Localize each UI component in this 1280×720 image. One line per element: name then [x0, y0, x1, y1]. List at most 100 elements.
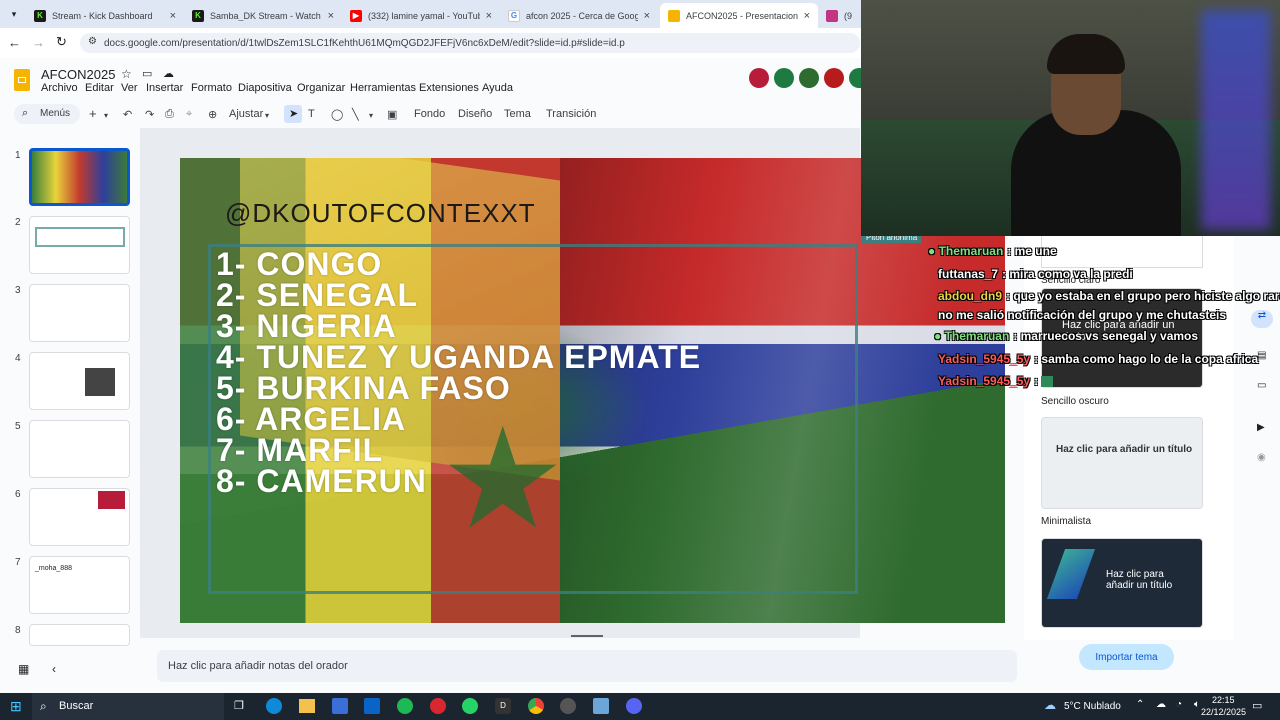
menu-archivo[interactable]: Archivo [41, 82, 78, 94]
tray-app-icon[interactable]: ☁ [1156, 699, 1166, 710]
app-d-icon[interactable]: D [495, 698, 511, 714]
discord-icon[interactable] [626, 698, 642, 714]
slides-logo-icon[interactable] [14, 69, 30, 91]
notifications-icon[interactable]: ▭ [1252, 699, 1262, 712]
weather-text[interactable]: 5°C Nublado [1064, 701, 1121, 712]
slide-thumbnail-1[interactable] [29, 148, 130, 206]
menu-formato[interactable]: Formato [191, 82, 232, 94]
avatar[interactable] [824, 68, 844, 88]
line-icon[interactable]: ╲ [352, 108, 359, 121]
document-title[interactable]: AFCON2025 [41, 67, 115, 82]
menu-editar[interactable]: Editar [85, 82, 114, 94]
select-tool-button[interactable]: ➤ [284, 105, 302, 123]
notes-resize-handle[interactable] [571, 635, 603, 637]
menu-herramientas[interactable]: Herramientas [350, 82, 416, 94]
zoom-select[interactable]: Ajustar [229, 108, 263, 120]
file-explorer-icon[interactable] [299, 699, 315, 713]
tab-1[interactable]: K Samba_DK Stream - Watch Live × [184, 3, 342, 28]
redo-icon[interactable]: ↷ [145, 108, 154, 121]
reload-icon[interactable]: ↻ [56, 34, 67, 50]
menu-diapositiva[interactable]: Diapositiva [238, 82, 292, 94]
speaker-notes-field[interactable]: Haz clic para añadir notas del orador [157, 650, 1017, 682]
menu-insertar[interactable]: Insertar [146, 82, 183, 94]
tab-3[interactable]: G afcon 2025 - Cerca de Google × [500, 3, 658, 28]
tab-2[interactable]: ▶ (332) lamine yamal - YouTube × [342, 3, 500, 28]
menu-organizar[interactable]: Organizar [297, 82, 345, 94]
volume-icon[interactable]: 🔈︎ [1194, 699, 1200, 710]
close-icon[interactable]: × [328, 10, 334, 22]
network-icon[interactable]: ◔ [1176, 699, 1182, 710]
chevron-down-icon[interactable]: ▾ [265, 111, 269, 120]
chevron-down-icon[interactable]: ▾ [369, 111, 373, 120]
chrome-icon[interactable] [528, 698, 544, 714]
close-icon[interactable]: × [804, 10, 810, 22]
windows-start-icon[interactable]: ⊞ [10, 698, 22, 715]
slide-thumbnail-3[interactable] [29, 284, 130, 342]
outlook-icon[interactable] [364, 698, 380, 714]
opera-icon[interactable] [430, 698, 446, 714]
forward-icon[interactable]: → [32, 35, 45, 50]
theme-card-minimalista[interactable]: Haz clic para añadir un título [1041, 538, 1203, 628]
slide-thumbnail-5[interactable] [29, 420, 130, 478]
cloud-status-icon[interactable]: ☁ [163, 67, 174, 80]
site-info-icon[interactable]: ⚙ [88, 36, 97, 47]
menu-ayuda[interactable]: Ayuda [482, 82, 513, 94]
avatar[interactable] [749, 68, 769, 88]
slide-thumbnail-2[interactable] [29, 216, 130, 274]
import-theme-button[interactable]: Importar tema [1079, 644, 1174, 670]
store-icon[interactable] [332, 698, 348, 714]
undo-icon[interactable]: ↶ [123, 108, 132, 121]
zoom-icon[interactable]: ⊕ [208, 108, 217, 121]
slide-thumbnail-4[interactable] [29, 352, 130, 410]
star-icon[interactable]: ☆ [121, 67, 132, 81]
background-button[interactable]: Fondo [414, 108, 445, 120]
comment-icon[interactable]: ▣ [387, 108, 397, 121]
avatar[interactable] [849, 68, 861, 88]
tray-chevron-icon[interactable]: ⌃ [1136, 699, 1144, 710]
back-icon[interactable]: ← [8, 35, 21, 50]
theme-card-sencillo-oscuro[interactable]: Haz clic para añadir un título [1041, 417, 1203, 509]
collapse-panel-icon[interactable]: ‹ [52, 662, 56, 676]
record-icon[interactable]: ◉ [1257, 452, 1266, 463]
ranking-item[interactable]: 8- CAMERUN [216, 463, 427, 500]
spotify-icon[interactable] [397, 698, 413, 714]
tab-5[interactable]: (9) In [818, 3, 860, 28]
chevron-down-icon[interactable]: ▾ [104, 111, 108, 120]
new-slide-plus-icon[interactable]: + [89, 106, 97, 121]
slide-thumbnail-6[interactable] [29, 488, 130, 546]
theme-button[interactable]: Tema [504, 108, 531, 120]
slide-thumbnail-7[interactable]: _moha_888 [29, 556, 130, 614]
shape-icon[interactable]: ◯ [331, 108, 343, 121]
whatsapp-icon[interactable] [462, 698, 478, 714]
paint-format-icon[interactable]: ⌖ [186, 108, 192, 121]
close-icon[interactable]: × [486, 10, 492, 22]
tab-4[interactable]: AFCON2025 - Presentaciones de Google × [660, 3, 818, 28]
app-icon[interactable] [593, 698, 609, 714]
task-view-icon[interactable]: ❐ [234, 699, 244, 712]
url-input[interactable]: ⚙ docs.google.com/presentation/d/1twlDsZ… [80, 33, 860, 53]
print-icon[interactable]: ⎙ [165, 108, 174, 121]
taskbar-search-box[interactable]: ⌕ Buscar [32, 693, 224, 720]
menus-search-button[interactable]: ⌕ Menús [14, 104, 80, 124]
slide-thumbnail-8[interactable] [29, 624, 130, 646]
transition-button[interactable]: Transición [546, 108, 596, 120]
menu-ver[interactable]: Ver [121, 82, 138, 94]
obs-icon[interactable] [560, 698, 576, 714]
slides-icon [668, 9, 680, 22]
move-folder-icon[interactable]: ▭ [142, 67, 152, 80]
tab-list-chevron-icon[interactable]: ▾ [6, 6, 22, 22]
avatar[interactable] [799, 68, 819, 88]
grid-view-icon[interactable]: ▦ [18, 662, 29, 676]
present-icon[interactable]: ▶ [1257, 422, 1265, 433]
kick-icon: K [34, 9, 46, 22]
avatar[interactable] [774, 68, 794, 88]
text-box-icon[interactable]: T [308, 108, 315, 120]
clock-date[interactable]: 22/12/2025 [1201, 707, 1246, 717]
menu-extensiones[interactable]: Extensiones [419, 82, 479, 94]
close-icon[interactable]: × [644, 10, 650, 22]
close-icon[interactable]: × [170, 10, 176, 22]
layout-button[interactable]: Diseño [458, 108, 492, 120]
clock-time[interactable]: 22:15 [1212, 695, 1235, 705]
tab-0[interactable]: K Stream - Kick Dashboard × [26, 3, 184, 28]
edge-icon[interactable] [266, 698, 282, 714]
